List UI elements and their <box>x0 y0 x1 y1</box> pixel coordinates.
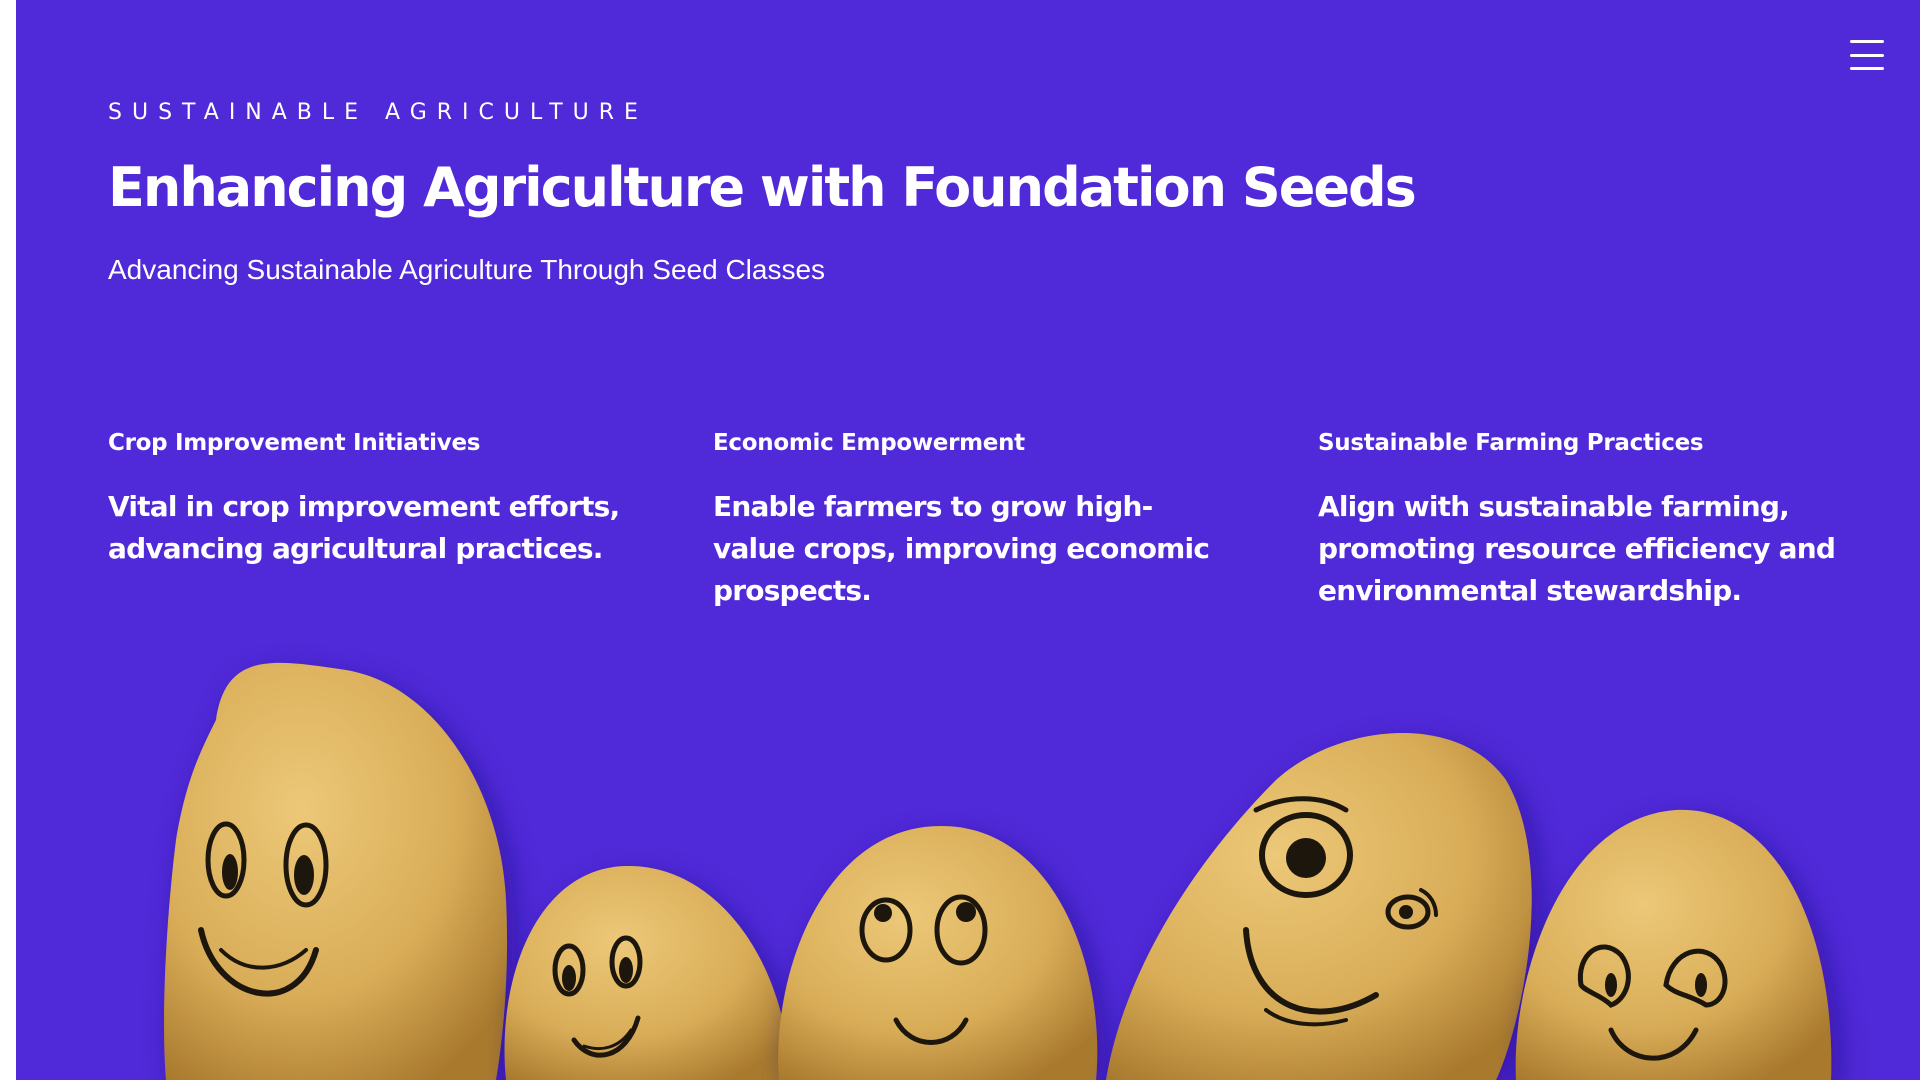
feature-text: Vital in crop improvement efforts, advan… <box>108 490 620 565</box>
feature-title: Economic Empowerment <box>713 430 1025 456</box>
menu-line <box>1850 53 1884 57</box>
feature-sustainable-farming: Sustainable Farming Practices Align with… <box>1318 430 1838 612</box>
potato-4 <box>1106 732 1532 1080</box>
feature-economic-empowerment: Economic Empowerment Enable farmers to g… <box>713 430 1233 612</box>
menu-line <box>1850 67 1884 70</box>
potato-2 <box>504 865 791 1080</box>
potato-characters-image <box>164 662 1832 1080</box>
hamburger-menu-icon[interactable] <box>1850 40 1884 70</box>
potato-5 <box>1515 809 1832 1080</box>
menu-line <box>1850 40 1884 43</box>
potato-1 <box>164 662 508 1080</box>
feature-title: Crop Improvement Initiatives <box>108 430 481 456</box>
page-subtitle: Advancing Sustainable Agriculture Throug… <box>108 254 826 285</box>
page-title: Enhancing Agriculture with Foundation Se… <box>108 156 1417 219</box>
feature-text: Align with sustainable farming, promotin… <box>1318 490 1836 607</box>
feature-title: Sustainable Farming Practices <box>1318 430 1704 456</box>
potato-3 <box>778 826 1098 1080</box>
feature-crop-improvement: Crop Improvement Initiatives Vital in cr… <box>108 430 628 570</box>
hero-section: SUSTAINABLE AGRICULTURE Enhancing Agricu… <box>16 0 1920 1080</box>
section-eyebrow: SUSTAINABLE AGRICULTURE <box>108 100 648 125</box>
feature-text: Enable farmers to grow high-value crops,… <box>713 490 1210 607</box>
